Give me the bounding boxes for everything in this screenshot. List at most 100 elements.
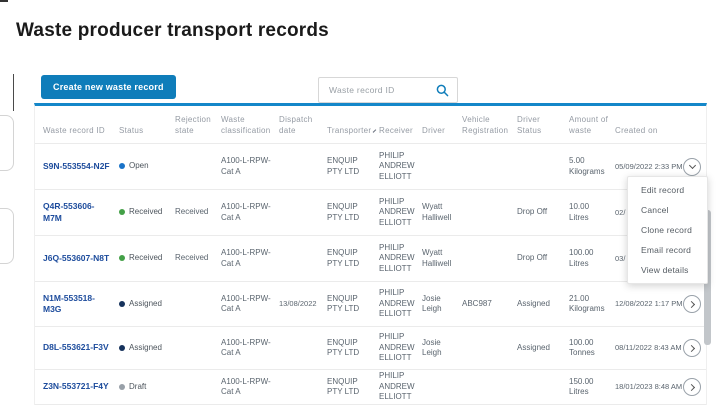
- classification-cell: A100-L-RPW- Cat A: [221, 377, 279, 398]
- driver-status-cell: Drop Off: [517, 253, 569, 263]
- driver-status-cell: Assigned: [517, 343, 569, 353]
- receiver-cell: PHILIP ANDREW ELLIOTT: [379, 371, 422, 402]
- chevron-right-icon: [687, 344, 694, 351]
- receiver-cell: PHILIP ANDREW ELLIOTT: [379, 151, 422, 182]
- waste-record-search[interactable]: [318, 77, 458, 103]
- create-new-waste-record-button[interactable]: Create new waste record: [41, 75, 176, 99]
- created-on-cell: 18/01/2023 8:48 AM: [615, 382, 683, 392]
- table-row[interactable]: J6Q-553607-N8T Received Received A100-L-…: [35, 235, 706, 281]
- status-cell: Received: [119, 207, 175, 217]
- classification-cell: A100-L-RPW- Cat A: [221, 156, 279, 177]
- menu-item-email-record[interactable]: Email record: [628, 240, 707, 260]
- driver-cell: Wyatt Halliwell: [422, 248, 462, 269]
- amount-cell: 21.00 Kilograms: [569, 294, 615, 315]
- col-header-waste-record-id: Waste record ID: [43, 126, 119, 143]
- left-cutoff-panel: [0, 115, 14, 171]
- col-header-created-on: Created on: [615, 126, 683, 143]
- col-header-dispatch-date: Dispatch date: [279, 115, 327, 143]
- transporter-header-label: Transporter: [327, 126, 371, 136]
- table-row[interactable]: Z3N-553721-F4Y Draft A100-L-RPW- Cat A E…: [35, 369, 706, 405]
- amount-cell: 150.00 Litres: [569, 377, 615, 398]
- status-label: Assigned: [129, 343, 162, 353]
- search-icon[interactable]: [436, 84, 449, 97]
- table-row[interactable]: D8L-553621-F3V Assigned A100-L-RPW- Cat …: [35, 326, 706, 369]
- record-id-link[interactable]: Q4R-553606-M7M: [43, 201, 119, 223]
- transporter-cell: ENQUIP PTY LTD: [327, 248, 379, 269]
- row-actions-menu: Edit record Cancel Clone record Email re…: [627, 176, 708, 284]
- record-id-link[interactable]: J6Q-553607-N8T: [43, 253, 119, 264]
- table-row[interactable]: N1M-553518-M3G Assigned A100-L-RPW- Cat …: [35, 281, 706, 326]
- status-cell: Assigned: [119, 299, 175, 309]
- transporter-cell: ENQUIP PTY LTD: [327, 338, 379, 359]
- status-dot-icon: [119, 163, 125, 169]
- col-header-rejection-state: Rejection state: [175, 115, 221, 143]
- receiver-cell: PHILIP ANDREW ELLIOTT: [379, 243, 422, 274]
- transporter-cell: ENQUIP PTY LTD: [327, 377, 379, 398]
- created-on-cell: 05/09/2022 2:33 PM: [615, 162, 683, 172]
- status-cell: Received: [119, 253, 175, 263]
- status-dot-icon: [119, 384, 125, 390]
- left-edge-artifact: [13, 74, 14, 111]
- driver-cell: Josie Leigh: [422, 338, 462, 359]
- row-actions-button[interactable]: [683, 378, 701, 396]
- rejection-state-cell: Received: [175, 207, 221, 217]
- row-actions-button[interactable]: [683, 158, 701, 176]
- status-dot-icon: [119, 301, 125, 307]
- col-header-driver: Driver: [422, 126, 462, 143]
- col-header-status: Status: [119, 126, 175, 143]
- status-dot-icon: [119, 209, 125, 215]
- transporter-cell: ENQUIP PTY LTD: [327, 202, 379, 223]
- menu-item-cancel[interactable]: Cancel: [628, 200, 707, 220]
- screen-edge-artifact: [0, 0, 8, 2]
- row-actions-button[interactable]: [683, 295, 701, 313]
- menu-item-clone-record[interactable]: Clone record: [628, 220, 707, 240]
- col-header-vehicle-registration: Vehicle Registration: [462, 115, 517, 143]
- amount-cell: 10.00 Litres: [569, 202, 615, 223]
- chevron-right-icon: [687, 300, 694, 307]
- chevron-down-icon[interactable]: [373, 129, 377, 133]
- vehicle-registration-cell: ABC987: [462, 299, 517, 309]
- transporter-cell: ENQUIP PTY LTD: [327, 156, 379, 177]
- table-row[interactable]: S9N-553554-N2F Open A100-L-RPW- Cat A EN…: [35, 143, 706, 189]
- driver-status-cell: Assigned: [517, 299, 569, 309]
- amount-cell: 100.00 Tonnes: [569, 338, 615, 359]
- chevron-down-icon: [688, 162, 695, 169]
- record-id-link[interactable]: N1M-553518-M3G: [43, 293, 119, 315]
- col-header-actions: [683, 136, 706, 143]
- driver-cell: Wyatt Halliwell: [422, 202, 462, 223]
- col-header-receiver: Receiver: [379, 126, 422, 143]
- classification-cell: A100-L-RPW- Cat A: [221, 202, 279, 223]
- menu-item-edit-record[interactable]: Edit record: [628, 180, 707, 200]
- col-header-driver-status: Driver Status: [517, 115, 569, 143]
- created-on-cell: 08/11/2022 8:43 AM: [615, 343, 683, 353]
- col-header-waste-classification: Waste classification: [221, 115, 279, 143]
- row-actions-button[interactable]: [683, 339, 701, 357]
- status-dot-icon: [119, 345, 125, 351]
- waste-records-table: Waste record ID Status Rejection state W…: [34, 103, 707, 405]
- menu-item-view-details[interactable]: View details: [628, 260, 707, 280]
- col-header-transporter[interactable]: Transporter: [327, 126, 379, 143]
- record-id-link[interactable]: D8L-553621-F3V: [43, 342, 119, 353]
- status-label: Assigned: [129, 299, 162, 309]
- left-cutoff-panel: [0, 208, 14, 264]
- driver-status-cell: Drop Off: [517, 207, 569, 217]
- page-title: Waste producer transport records: [16, 20, 329, 42]
- status-label: Open: [129, 161, 149, 171]
- status-cell: Assigned: [119, 343, 175, 353]
- status-cell: Draft: [119, 382, 175, 392]
- amount-cell: 100.00 Litres: [569, 248, 615, 269]
- status-label: Received: [129, 253, 162, 263]
- record-id-link[interactable]: S9N-553554-N2F: [43, 161, 119, 172]
- transporter-cell: ENQUIP PTY LTD: [327, 294, 379, 315]
- status-label: Received: [129, 207, 162, 217]
- classification-cell: A100-L-RPW- Cat A: [221, 294, 279, 315]
- record-id-link[interactable]: Z3N-553721-F4Y: [43, 381, 119, 392]
- receiver-cell: PHILIP ANDREW ELLIOTT: [379, 197, 422, 228]
- receiver-cell: PHILIP ANDREW ELLIOTT: [379, 332, 422, 363]
- table-row[interactable]: Q4R-553606-M7M Received Received A100-L-…: [35, 189, 706, 235]
- status-cell: Open: [119, 161, 175, 171]
- search-input[interactable]: [329, 85, 436, 95]
- classification-cell: A100-L-RPW- Cat A: [221, 338, 279, 359]
- receiver-cell: PHILIP ANDREW ELLIOTT: [379, 288, 422, 319]
- dispatch-date-cell: 13/08/2022: [279, 299, 327, 309]
